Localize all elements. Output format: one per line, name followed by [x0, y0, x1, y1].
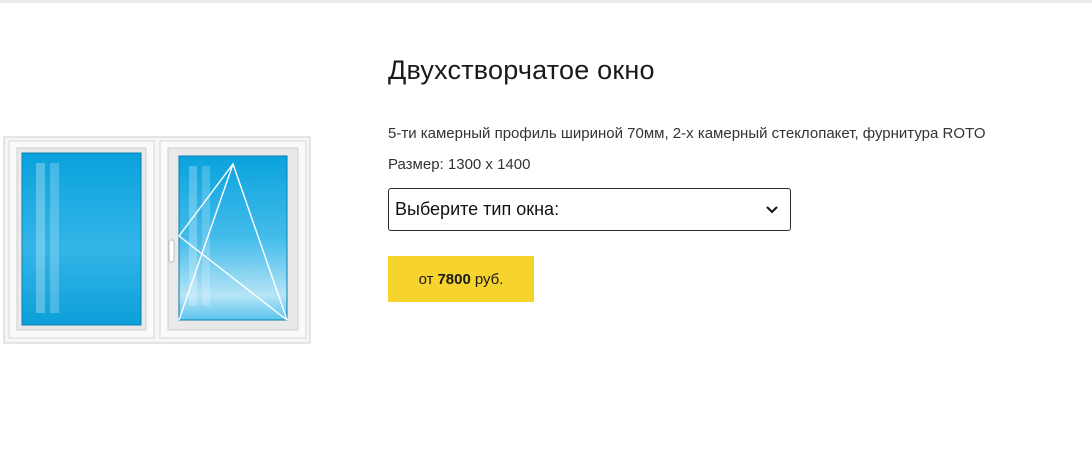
price-prefix: от [418, 270, 434, 288]
product-title: Двухстворчатое окно [388, 55, 655, 85]
window-product-image [3, 136, 313, 346]
window-type-select-value: Выберите тип окна: [395, 199, 560, 219]
product-info: Двухстворчатое окно 5-ти камерный профил… [388, 52, 1088, 302]
product-size: Размер: 1300 х 1400 [388, 156, 531, 173]
price-currency: руб. [474, 270, 504, 288]
window-type-select[interactable]: Выберите тип окна: [388, 188, 791, 231]
price-button[interactable]: от 7800 руб. [388, 256, 534, 302]
product-page: Двухстворчатое окно 5-ти камерный профил… [0, 0, 1092, 450]
product-description: 5-ти камерный профиль шириной 70мм, 2-х … [388, 125, 986, 142]
chevron-down-icon [766, 205, 778, 213]
price-value: 7800 [437, 270, 471, 288]
header-divider [0, 0, 1092, 3]
